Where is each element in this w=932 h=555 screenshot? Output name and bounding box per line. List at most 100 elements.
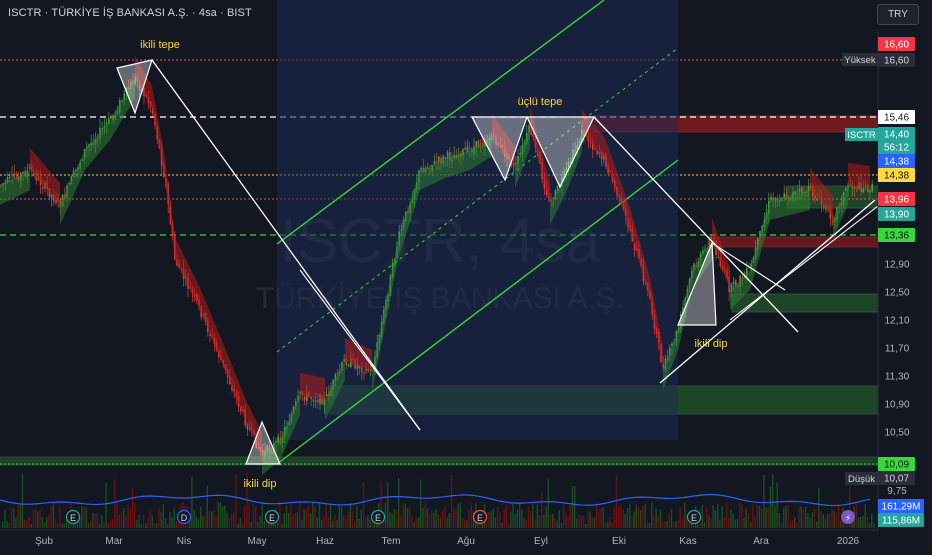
volume-bar xyxy=(415,518,417,528)
volume-bar xyxy=(446,517,448,528)
tag-symbol: ISCTR xyxy=(847,130,876,141)
volume-bar xyxy=(538,515,541,528)
volume-bar xyxy=(620,504,622,528)
y-tick-label: 10,90 xyxy=(884,400,909,411)
volume-bar xyxy=(237,523,239,528)
volume-bar xyxy=(439,517,442,528)
volume-bar xyxy=(103,522,105,528)
volume-bar xyxy=(259,516,261,528)
currency-button[interactable]: TRY xyxy=(877,4,919,25)
volume-bar xyxy=(206,485,208,528)
volume-bar xyxy=(358,519,360,528)
volume-bar xyxy=(725,502,728,528)
volume-bar xyxy=(618,507,620,528)
volume-bar xyxy=(147,517,149,528)
volume-bar xyxy=(734,519,736,528)
volume-bar xyxy=(21,473,24,528)
candle-body xyxy=(336,372,339,374)
volume-bar xyxy=(435,509,437,528)
volume-bar xyxy=(15,518,17,528)
volume-bar xyxy=(244,505,246,528)
volume-bar xyxy=(706,506,708,528)
volume-bar xyxy=(2,522,4,528)
volume-bar xyxy=(563,504,565,528)
volume-bar xyxy=(290,504,292,528)
volume-bar xyxy=(664,520,666,528)
volume-bar xyxy=(118,514,120,528)
candle-body xyxy=(464,147,466,150)
volume-bar xyxy=(349,504,351,528)
volume-bar xyxy=(323,515,325,528)
volume-bar xyxy=(310,513,312,528)
volume-bar xyxy=(646,520,648,528)
volume-bar xyxy=(732,513,734,528)
volume-bar xyxy=(802,509,805,528)
volume-bar xyxy=(765,507,767,528)
volume-bar xyxy=(127,504,129,528)
candle-body xyxy=(310,397,312,399)
volume-bar xyxy=(10,507,13,528)
support-zone-bottom xyxy=(0,456,879,466)
volume-bar xyxy=(39,510,41,528)
candle-body xyxy=(794,191,796,194)
candle-body xyxy=(853,187,856,189)
volume-bar xyxy=(532,503,534,528)
candle-body xyxy=(42,186,44,189)
volume-bar xyxy=(868,522,871,528)
volume-bar xyxy=(558,510,560,528)
volume-bar xyxy=(787,505,789,528)
volume-bar xyxy=(255,506,257,528)
tag-last: 14,40 xyxy=(884,130,909,141)
volume-bar xyxy=(50,505,52,528)
volume-bar xyxy=(611,522,613,528)
volume-bar xyxy=(567,516,569,528)
volume-bar xyxy=(763,475,765,528)
volume-bar xyxy=(426,508,428,528)
volume-bar xyxy=(351,510,354,528)
volume-bar xyxy=(442,510,444,528)
volume-bar xyxy=(228,518,230,528)
resistance-zone-mid xyxy=(707,236,879,248)
volume-bar xyxy=(585,523,587,528)
volume-bar xyxy=(151,515,153,528)
volume-bar xyxy=(356,505,358,528)
volume-bar xyxy=(516,509,519,528)
volume-bar xyxy=(824,518,827,528)
volume-bar xyxy=(411,515,413,528)
event-marker-label: D xyxy=(181,513,188,523)
volume-bar xyxy=(488,512,490,528)
volume-bar xyxy=(318,502,321,528)
volume-bar xyxy=(523,518,525,528)
volume-bar xyxy=(252,503,255,528)
volume-bar xyxy=(63,523,65,528)
volume-bar xyxy=(340,507,343,528)
volume-bar xyxy=(140,523,142,528)
chart-svg[interactable]: ISCTR, 4saTÜRKİYE İŞ BANKASI A.Ş. ikili … xyxy=(0,0,932,550)
volume-bar xyxy=(864,504,866,528)
volume-bar xyxy=(769,486,772,528)
volume-bar xyxy=(750,522,752,528)
event-marker-label: E xyxy=(375,513,381,523)
candle-body xyxy=(275,440,277,443)
volume-bar xyxy=(644,504,646,528)
volume-bar xyxy=(549,514,552,528)
volume-bar xyxy=(413,522,415,528)
x-tick-label: Haz xyxy=(316,536,334,547)
volume-bar xyxy=(800,506,802,528)
volume-bar xyxy=(257,521,259,528)
volume-bar xyxy=(514,513,516,528)
volume-bar xyxy=(670,508,673,528)
trend-band-bear xyxy=(848,163,870,188)
event-marker-label: E xyxy=(477,513,483,523)
chart-root[interactable]: ISCTR, 4saTÜRKİYE İŞ BANKASI A.Ş. ikili … xyxy=(0,0,932,550)
volume-bar xyxy=(598,511,600,528)
volume-bar xyxy=(805,507,807,528)
channel-shade xyxy=(277,0,678,440)
volume-bar xyxy=(222,506,224,528)
volume-bar xyxy=(19,503,21,528)
volume-bar xyxy=(505,505,508,528)
volume-bar xyxy=(83,507,85,528)
volume-bar xyxy=(565,512,567,528)
volume-bar xyxy=(402,503,404,528)
x-tick-label: Kas xyxy=(679,536,696,547)
